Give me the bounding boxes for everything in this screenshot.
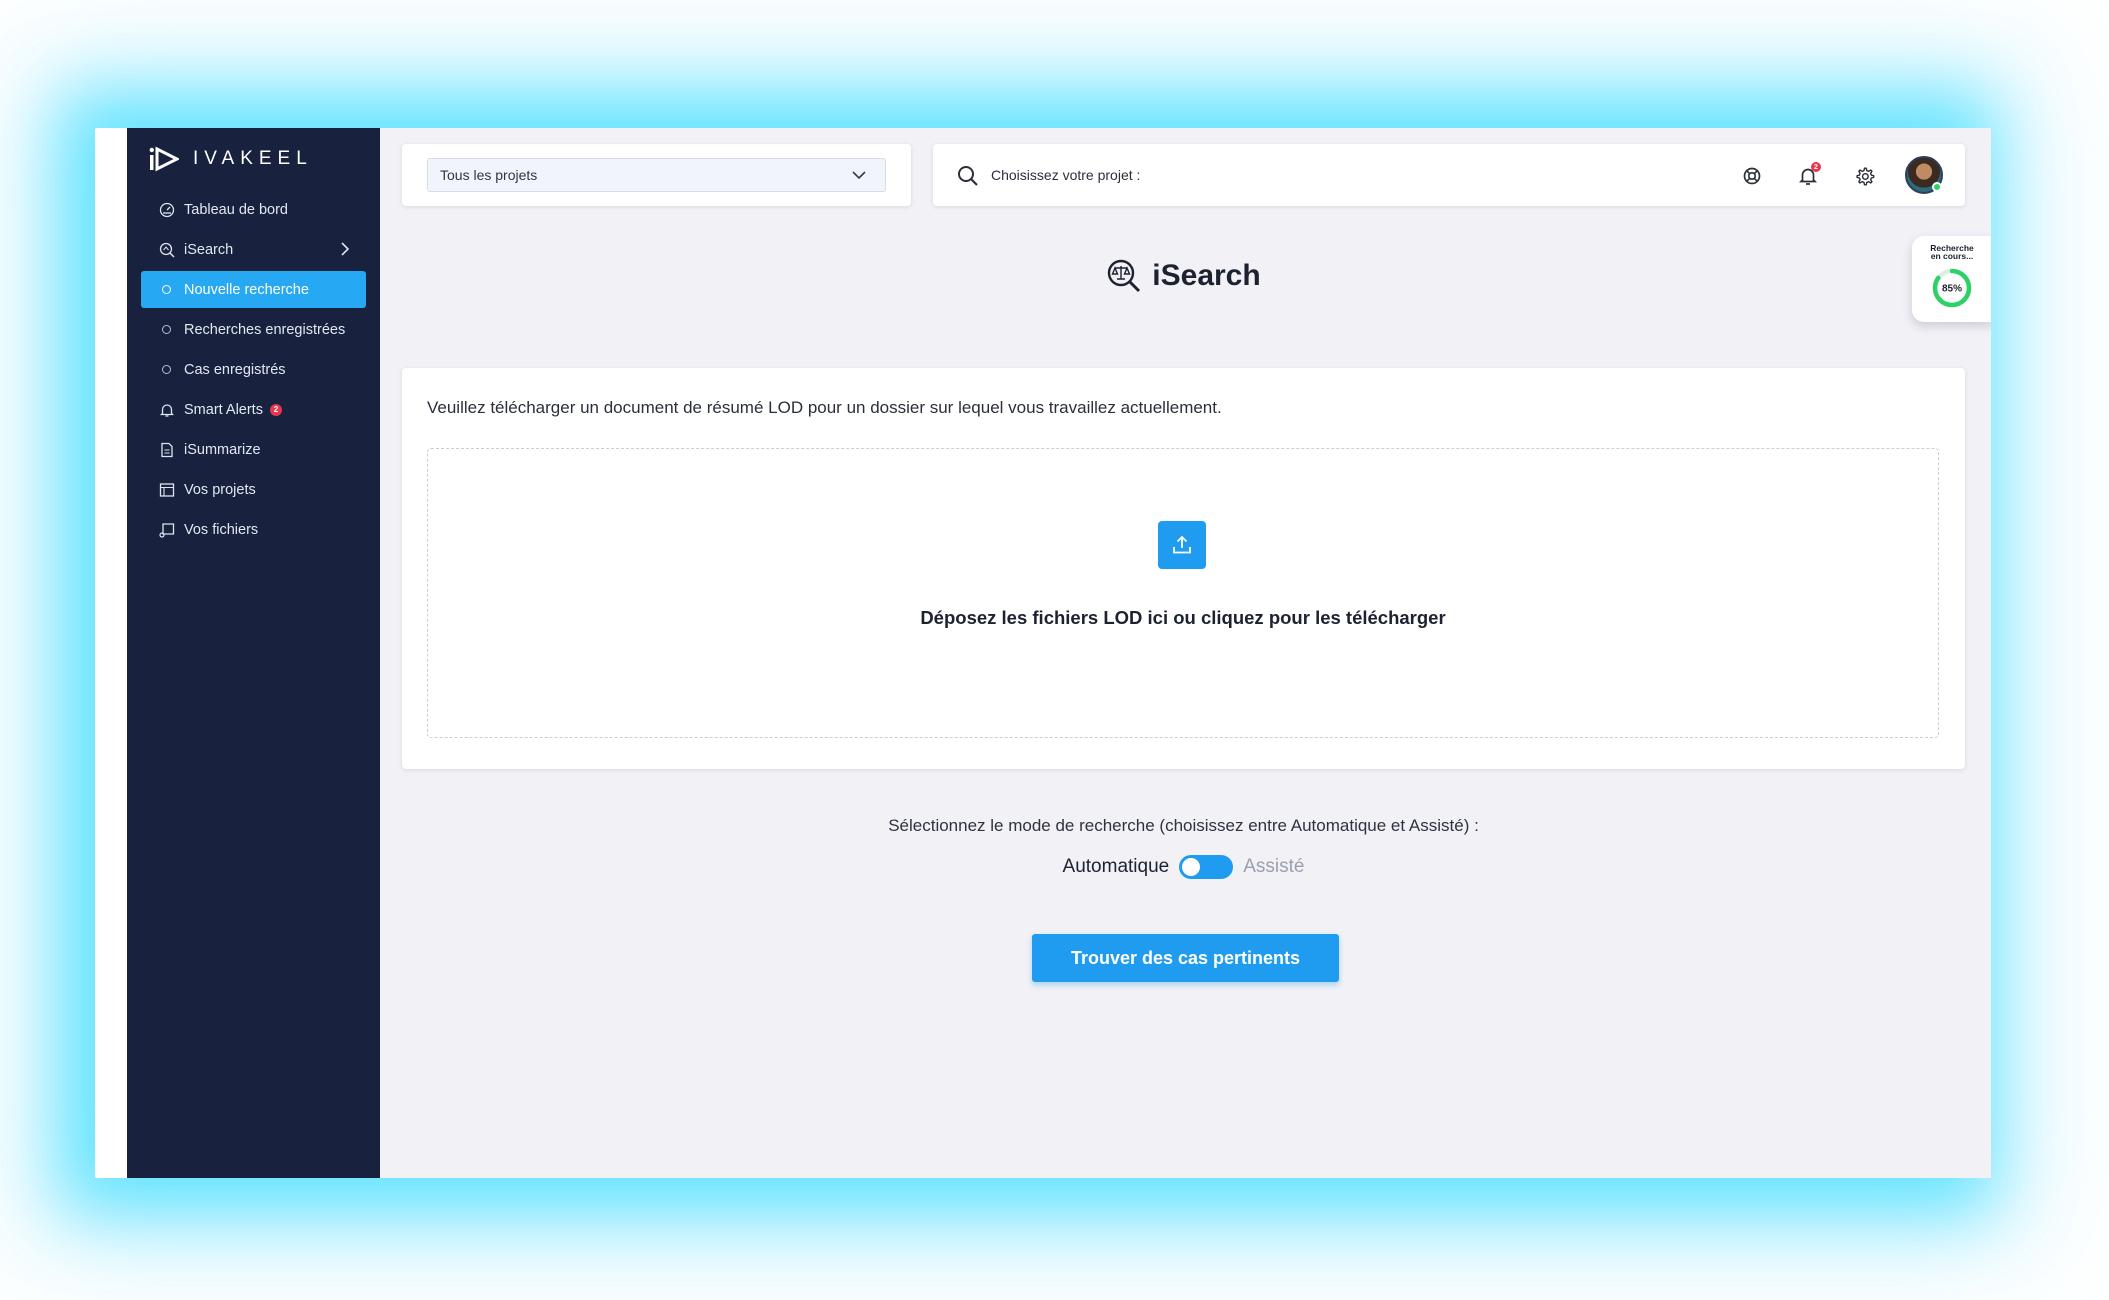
sidebar-item-isummarize[interactable]: iSummarize: [127, 430, 380, 469]
sidebar-item-new-search[interactable]: Nouvelle recherche: [141, 271, 366, 308]
sidebar-item-label: Nouvelle recherche: [184, 281, 309, 298]
find-cases-button[interactable]: Trouver des cas pertinents: [1032, 934, 1339, 982]
search-mode-label: Sélectionnez le mode de recherche (chois…: [888, 816, 1479, 835]
lifebuoy-icon: [1743, 167, 1761, 185]
bullet-icon: [162, 325, 171, 334]
project-filter-card: Tous les projets: [402, 144, 911, 206]
bullet-icon: [162, 285, 171, 294]
sidebar-item-isearch[interactable]: iSearch: [127, 230, 380, 269]
sidebar-nav: Tableau de bord iSearch Nouvelle recherc…: [127, 190, 380, 550]
sidebar-item-label: iSummarize: [184, 441, 261, 458]
progress-value: 85%: [1942, 284, 1962, 295]
progress-ring: 85%: [1932, 268, 1972, 308]
files-icon: [158, 521, 176, 539]
dropzone-text: Déposez les fichiers LOD ici ou cliquez …: [920, 607, 1446, 628]
mode-option-assisted[interactable]: Assisté: [1243, 856, 1304, 878]
settings-button[interactable]: [1853, 165, 1875, 187]
sidebar: IVAKEEL Tableau de bord iSearch Nouvelle…: [127, 128, 380, 1178]
upload-icon: [1173, 535, 1191, 554]
notifications-button[interactable]: 2: [1797, 162, 1821, 187]
isearch-icon: [158, 241, 176, 259]
projects-icon: [158, 481, 176, 499]
sidebar-item-dashboard[interactable]: Tableau de bord: [127, 190, 380, 229]
document-icon: [158, 441, 176, 459]
sidebar-item-saved-searches[interactable]: Recherches enregistrées: [127, 310, 380, 349]
mode-option-automatic[interactable]: Automatique: [1063, 856, 1170, 878]
main-content: Tous les projets 2 iSearch: [380, 128, 1991, 1178]
sidebar-item-saved-cases[interactable]: Cas enregistrés: [127, 350, 380, 389]
file-dropzone[interactable]: Déposez les fichiers LOD ici ou cliquez …: [427, 448, 1939, 738]
sidebar-item-files[interactable]: Vos fichiers: [127, 510, 380, 549]
page-title-text: iSearch: [1152, 259, 1261, 292]
sidebar-item-projects[interactable]: Vos projets: [127, 470, 380, 509]
notification-count-badge: 2: [1811, 162, 1821, 172]
alert-count-badge: 2: [269, 403, 282, 416]
search-progress-widget[interactable]: Recherche en cours... 85%: [1912, 236, 1991, 322]
sidebar-item-label: Tableau de bord: [184, 201, 288, 218]
search-mode-toggle[interactable]: [1179, 855, 1234, 879]
brand-name: IVAKEEL: [193, 148, 313, 169]
topbar-card: 2: [933, 144, 1965, 206]
help-button[interactable]: [1741, 165, 1763, 187]
sidebar-item-label: Cas enregistrés: [184, 361, 286, 378]
sidebar-item-label: Smart Alerts: [184, 401, 263, 418]
chevron-right-icon: [341, 242, 350, 256]
sidebar-item-label: Recherches enregistrées: [184, 321, 346, 338]
search-mode-toggle-row: Automatique Assisté: [380, 855, 1987, 879]
bell-icon: [158, 401, 176, 419]
project-select-value: Tous les projets: [440, 167, 538, 183]
sidebar-item-label: iSearch: [184, 241, 234, 258]
progress-label: Recherche en cours...: [1930, 243, 1974, 261]
app-window: IVAKEEL Tableau de bord iSearch Nouvelle…: [127, 128, 1991, 1178]
sidebar-item-label: Vos fichiers: [184, 521, 259, 538]
page-title: iSearch: [380, 258, 1987, 294]
brand-logo[interactable]: IVAKEEL: [149, 146, 313, 172]
sidebar-item-smart-alerts[interactable]: Smart Alerts 2: [127, 390, 380, 429]
chevron-down-icon: [852, 171, 866, 180]
gear-icon: [1855, 166, 1874, 186]
user-avatar[interactable]: [1905, 156, 1943, 194]
online-status-indicator: [1932, 182, 1942, 192]
upload-instruction: Veuillez télécharger un document de résu…: [427, 398, 1222, 417]
isearch-scale-icon: [1108, 259, 1141, 293]
bullet-icon: [162, 365, 171, 374]
toggle-knob: [1182, 858, 1201, 876]
upload-button[interactable]: [1158, 521, 1206, 569]
project-search-input[interactable]: [991, 164, 1591, 186]
dashboard-icon: [158, 201, 176, 219]
upload-card: Veuillez télécharger un document de résu…: [402, 368, 1965, 769]
ivakeel-logo-icon: [149, 146, 179, 172]
search-icon: [958, 166, 978, 186]
sidebar-item-label: Vos projets: [184, 481, 256, 498]
project-select[interactable]: Tous les projets: [427, 158, 886, 192]
